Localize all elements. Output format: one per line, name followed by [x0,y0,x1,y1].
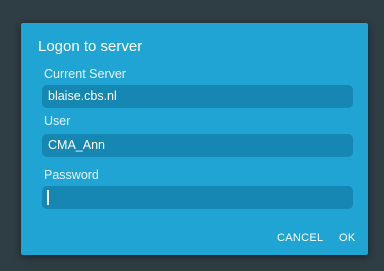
current-server-label: Current Server [44,67,126,81]
logon-dialog: Logon to server Current Server blaise.cb… [21,23,368,255]
password-field[interactable] [42,186,353,209]
user-field[interactable]: CMA_Ann [42,134,353,157]
user-label: User [44,114,71,128]
ok-button[interactable]: OK [339,232,356,244]
password-label: Password [44,168,99,182]
text-cursor [47,190,49,205]
dialog-title: Logon to server [38,38,143,55]
cancel-button[interactable]: CANCEL [277,232,323,244]
current-server-field[interactable]: blaise.cbs.nl [42,85,353,108]
